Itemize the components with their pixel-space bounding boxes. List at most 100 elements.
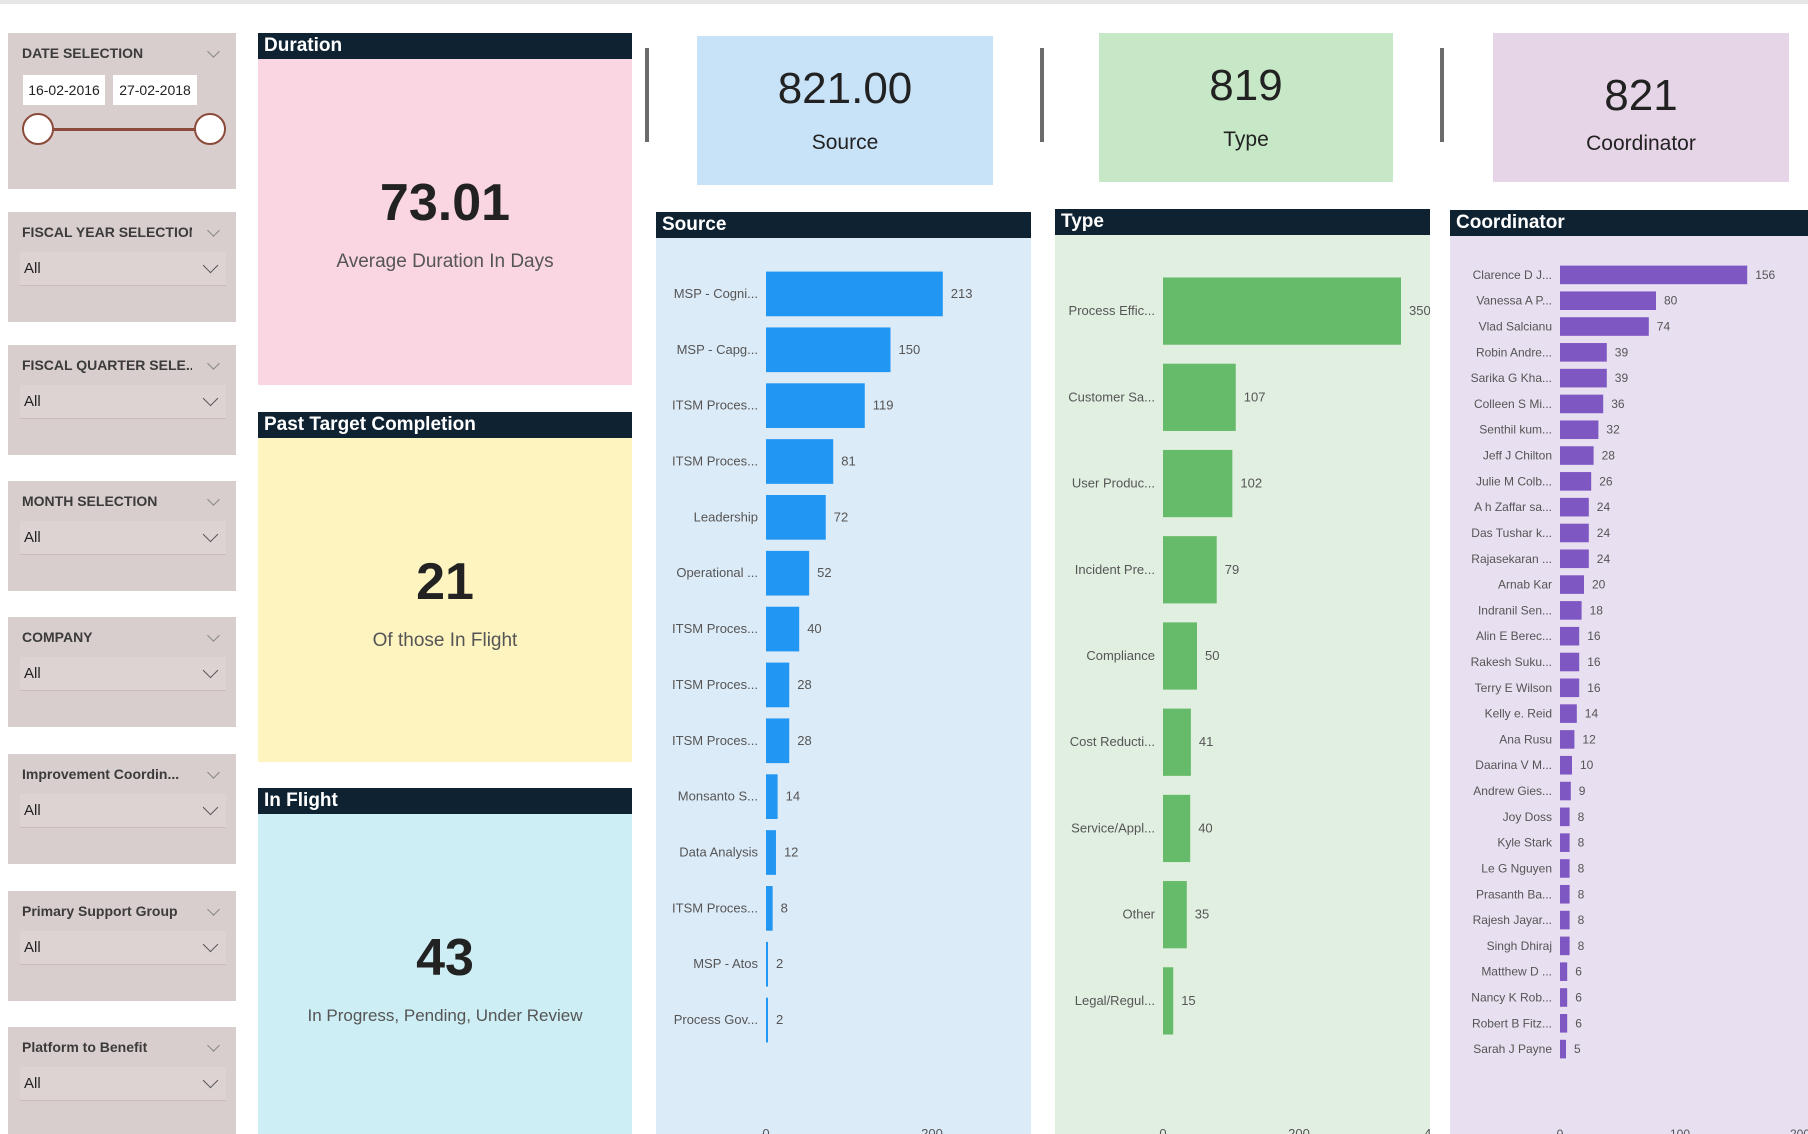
improvement-coordinator-slicer: Improvement Coordin... All: [8, 754, 236, 864]
chevron-down-icon[interactable]: [207, 766, 220, 779]
category-label: Leadership: [694, 509, 758, 524]
x-tick-label: 200: [921, 1126, 943, 1134]
chevron-down-icon[interactable]: [202, 936, 219, 953]
bar[interactable]: [1560, 730, 1575, 749]
category-label: Sarah J Payne: [1473, 1042, 1552, 1056]
bar[interactable]: [1560, 343, 1607, 362]
chevron-down-icon[interactable]: [202, 526, 219, 543]
start-date-input[interactable]: 16-02-2016: [23, 75, 105, 105]
bar[interactable]: [1560, 265, 1748, 285]
bar[interactable]: [1560, 1039, 1566, 1059]
bar[interactable]: [1560, 446, 1594, 465]
bar[interactable]: [766, 941, 768, 987]
x-tick-label: 0: [762, 1126, 769, 1134]
bar[interactable]: [766, 271, 943, 317]
bar[interactable]: [1560, 936, 1570, 956]
fiscal-quarter-dropdown[interactable]: All: [20, 385, 226, 419]
bar[interactable]: [766, 606, 800, 652]
slicer-title: FISCAL YEAR SELECTION: [22, 224, 192, 240]
bar[interactable]: [1163, 622, 1197, 690]
primary-support-group-dropdown[interactable]: All: [20, 931, 226, 965]
data-label: 14: [786, 789, 800, 804]
bar[interactable]: [1163, 881, 1187, 949]
chevron-down-icon[interactable]: [202, 257, 219, 274]
bar[interactable]: [1163, 967, 1174, 1035]
date-range-end-handle[interactable]: [194, 113, 226, 145]
fiscal-year-dropdown[interactable]: All: [20, 252, 226, 286]
bar[interactable]: [1560, 317, 1649, 336]
chevron-down-icon[interactable]: [207, 45, 220, 58]
bar[interactable]: [1560, 678, 1580, 698]
bar[interactable]: [1560, 704, 1577, 723]
date-range-start-handle[interactable]: [22, 113, 54, 145]
bar[interactable]: [766, 327, 891, 373]
improvement-coordinator-dropdown[interactable]: All: [20, 794, 226, 828]
bar[interactable]: [1560, 910, 1570, 930]
bar[interactable]: [1163, 363, 1236, 431]
bar[interactable]: [766, 662, 790, 708]
slicer-header: Platform to Benefit: [22, 1039, 222, 1059]
past-target-label: Of those In Flight: [372, 630, 518, 651]
chevron-down-icon[interactable]: [207, 629, 220, 642]
chevron-down-icon[interactable]: [207, 224, 220, 237]
bar[interactable]: [1560, 420, 1599, 440]
in-flight-label: In Progress, Pending, Under Review: [307, 1006, 583, 1025]
bar[interactable]: [766, 383, 865, 428]
bar[interactable]: [1163, 277, 1401, 345]
bar[interactable]: [1560, 523, 1589, 543]
bar[interactable]: [1560, 291, 1656, 310]
bar[interactable]: [1560, 549, 1589, 569]
chevron-down-icon[interactable]: [207, 357, 220, 370]
bar[interactable]: [1560, 859, 1570, 878]
bar[interactable]: [1560, 833, 1570, 852]
month-dropdown[interactable]: All: [20, 521, 226, 555]
bar[interactable]: [1560, 472, 1592, 491]
bar[interactable]: [1560, 394, 1604, 414]
bar[interactable]: [1560, 755, 1572, 775]
bar[interactable]: [1560, 575, 1584, 594]
bar[interactable]: [766, 997, 768, 1043]
category-label: ITSM Proces...: [672, 621, 758, 636]
chevron-down-icon[interactable]: [202, 1072, 219, 1089]
bar[interactable]: [1560, 497, 1589, 517]
bar[interactable]: [1560, 884, 1570, 904]
bar[interactable]: [1163, 708, 1191, 776]
x-tick-label: 0: [1557, 1127, 1564, 1134]
chevron-down-icon[interactable]: [207, 903, 220, 916]
bar[interactable]: [1560, 962, 1568, 981]
platform-to-benefit-dropdown[interactable]: All: [20, 1067, 226, 1101]
bar[interactable]: [1560, 1014, 1568, 1033]
bar[interactable]: [766, 718, 790, 764]
bar[interactable]: [766, 550, 810, 596]
bar[interactable]: [1560, 781, 1571, 801]
bar[interactable]: [1560, 988, 1568, 1007]
bar[interactable]: [1560, 626, 1580, 646]
bar[interactable]: [766, 774, 778, 819]
bar[interactable]: [1163, 536, 1217, 604]
source-kpi-label: Source: [811, 131, 879, 154]
chevron-down-icon[interactable]: [207, 493, 220, 506]
bar[interactable]: [766, 830, 776, 875]
category-label: Robert B Fitz...: [1472, 1016, 1552, 1030]
category-label: ITSM Proces...: [672, 900, 758, 915]
bar[interactable]: [766, 495, 826, 540]
chevron-down-icon[interactable]: [202, 799, 219, 816]
category-label: Other: [1122, 907, 1155, 922]
company-dropdown[interactable]: All: [20, 657, 226, 691]
bar[interactable]: [1560, 368, 1607, 388]
chevron-down-icon[interactable]: [207, 1039, 220, 1052]
data-label: 32: [1606, 423, 1620, 437]
bar[interactable]: [1163, 449, 1233, 518]
category-label: Operational ...: [676, 565, 758, 580]
bar[interactable]: [1560, 601, 1582, 620]
bar[interactable]: [766, 886, 773, 931]
end-date-input[interactable]: 27-02-2018: [113, 75, 197, 105]
bar[interactable]: [1560, 807, 1570, 827]
coordinator-kpi-card: 821 Coordinator: [1493, 33, 1789, 182]
chart-title: Coordinator: [1450, 210, 1808, 236]
bar[interactable]: [1560, 652, 1580, 672]
bar[interactable]: [766, 439, 834, 484]
chevron-down-icon[interactable]: [202, 390, 219, 407]
chevron-down-icon[interactable]: [202, 662, 219, 679]
bar[interactable]: [1163, 794, 1191, 863]
